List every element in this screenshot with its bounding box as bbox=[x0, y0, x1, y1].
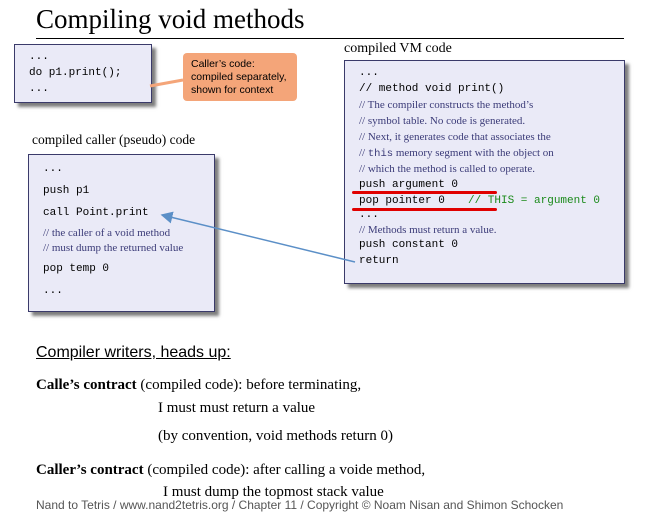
code-line: call Point.print bbox=[43, 207, 149, 219]
code-line: push p1 bbox=[43, 185, 90, 197]
caller-contract-label: Caller’s contract bbox=[36, 462, 144, 478]
comment-line: // THIS = argument 0 bbox=[468, 195, 601, 207]
caller-contract-text: (compiled code): after calling a voide m… bbox=[143, 462, 426, 478]
code-line: return bbox=[359, 255, 399, 267]
code-line: push constant 0 bbox=[359, 239, 459, 251]
code-line: ... bbox=[29, 83, 49, 95]
slide-title: Compiling void methods bbox=[36, 4, 305, 34]
comment-line: // The compiler constructs the method’s bbox=[359, 99, 534, 111]
footer-credits: Nand to Tetris / www.nand2tetris.org / C… bbox=[36, 498, 564, 512]
highlight-underline bbox=[352, 208, 497, 211]
comment-line: // symbol table. No code is generated. bbox=[359, 115, 526, 127]
this-keyword: this bbox=[367, 148, 394, 160]
title-rule bbox=[36, 38, 624, 39]
callee-contract-text: (compiled code): before terminating, bbox=[136, 377, 362, 393]
comment-line: // which the method is called to operate… bbox=[359, 163, 535, 175]
comment-prefix: // bbox=[359, 147, 368, 159]
code-line: pop pointer 0 bbox=[359, 195, 445, 207]
comment-line: // must dump the returned value bbox=[43, 242, 184, 254]
comment-line: // this memory segment with the object o… bbox=[359, 147, 554, 160]
comment-line: // the caller of a void method bbox=[43, 227, 171, 239]
code-line: ... bbox=[29, 51, 49, 63]
code-line: ... bbox=[43, 285, 63, 297]
code-line: push argument 0 bbox=[359, 179, 459, 191]
callout-line: compiled separately, bbox=[191, 71, 287, 83]
callee-contract-line: I must must return a value bbox=[158, 400, 316, 416]
comment-line: // Next, it generates code that associat… bbox=[359, 131, 551, 143]
comment-line: // Methods must return a value. bbox=[359, 224, 497, 236]
callout-pointer bbox=[149, 78, 184, 88]
callout-line: shown for context bbox=[191, 84, 274, 96]
headsup-heading: Compiler writers, heads up: bbox=[36, 344, 231, 361]
comment-rest: memory segment with the object on bbox=[393, 147, 554, 159]
code-line: pop temp 0 bbox=[43, 263, 110, 275]
vm-code-label: compiled VM code bbox=[344, 41, 452, 56]
pseudo-code-box: ... push p1 call Point.print // the call… bbox=[28, 154, 215, 312]
callee-contract: Calle’s contract (compiled code): before… bbox=[36, 377, 361, 394]
caller-source-box: ... do p1.print(); ... bbox=[14, 44, 152, 103]
code-line: do p1.print(); bbox=[29, 67, 122, 79]
callout-line: Caller’s code: bbox=[191, 58, 255, 70]
callee-contract-label: Calle’s contract bbox=[36, 377, 137, 393]
code-line: ... bbox=[359, 67, 379, 79]
code-line: ... bbox=[43, 163, 63, 175]
callee-contract-line: (by convention, void methods return 0) bbox=[158, 428, 393, 444]
code-line: // method void print() bbox=[359, 83, 505, 95]
caller-code-callout: Caller’s code: compiled separately, show… bbox=[183, 53, 297, 101]
highlight-underline bbox=[352, 191, 497, 194]
vm-code-box: ... // method void print() // The compil… bbox=[344, 60, 625, 284]
pseudo-code-label: compiled caller (pseudo) code bbox=[32, 132, 196, 147]
caller-contract: Caller’s contract (compiled code): after… bbox=[36, 462, 425, 479]
